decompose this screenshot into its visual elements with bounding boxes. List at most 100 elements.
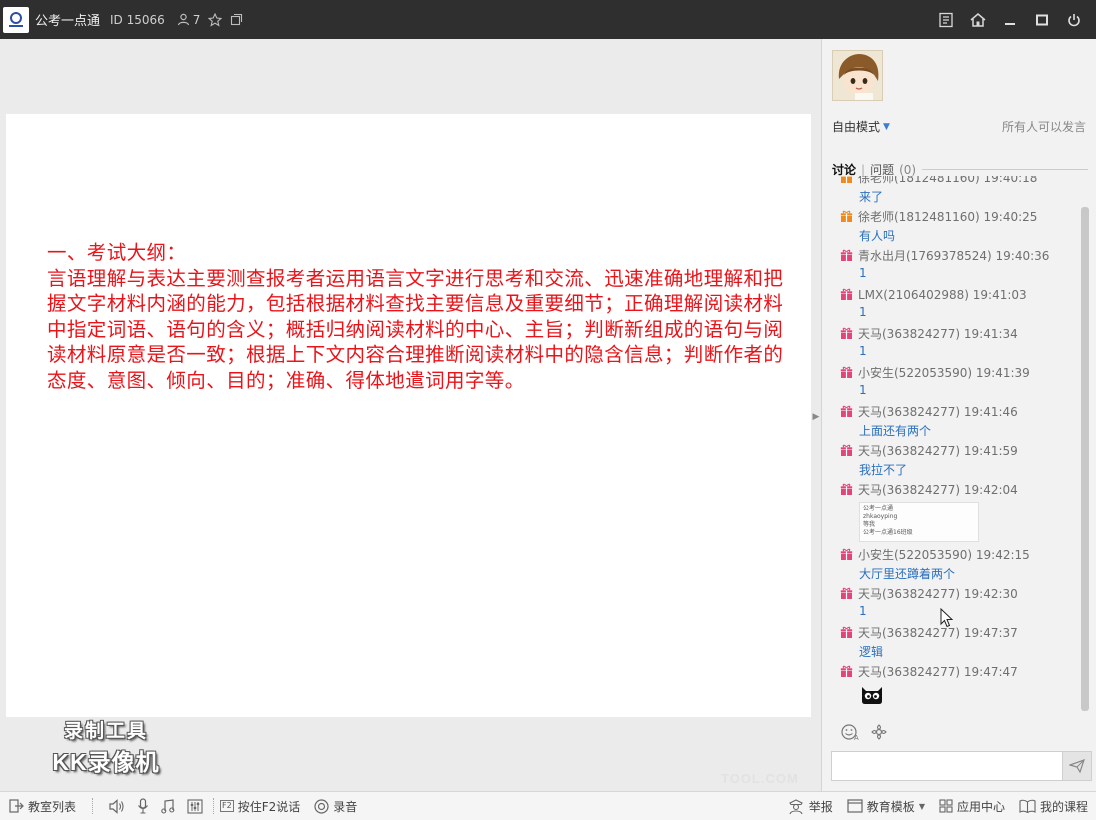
maximize-icon[interactable] xyxy=(1026,0,1058,39)
star-icon[interactable] xyxy=(208,12,223,27)
member-count-value: 7 xyxy=(192,12,201,27)
chat-message-sender: 天马(363824277) 19:41:46 xyxy=(858,405,1018,419)
chat-message-text: 来了 xyxy=(859,190,884,204)
police-icon xyxy=(787,798,805,815)
chat-screenshot-image[interactable]: 公考一点通 zhkaoyping 等我 公考一点通16班级 xyxy=(859,502,979,542)
person-icon xyxy=(177,13,190,26)
chat-scrollbar[interactable] xyxy=(1081,207,1089,711)
book-icon xyxy=(1019,799,1036,813)
chat-message-meta: 天马(363824277) 19:42:30 xyxy=(839,585,1018,602)
template-dropdown[interactable]: 教育模板 ▼ xyxy=(847,798,925,815)
chat-message-sender: 天马(363824277) 19:41:59 xyxy=(858,444,1018,458)
tab-divider xyxy=(922,169,1088,170)
chat-message-meta: 徐老师(1812481160) 19:40:18 xyxy=(839,176,1037,186)
gift-icon xyxy=(839,483,853,497)
gift-icon xyxy=(839,444,853,458)
classroom-list-button[interactable]: 教室列表 xyxy=(9,798,76,815)
template-label: 教育模板 xyxy=(866,799,915,814)
watermark-line1: 录制工具 xyxy=(63,721,148,742)
chat-input[interactable] xyxy=(831,751,1064,781)
toolbar-divider xyxy=(213,798,215,814)
gift-flower-icon[interactable] xyxy=(870,723,888,744)
chat-message-meta: 天马(363824277) 19:42:04 xyxy=(839,481,1018,498)
svg-text:A: A xyxy=(854,735,859,741)
gift-icon xyxy=(839,665,853,679)
gift-icon xyxy=(839,249,853,263)
chat-message-text: 我拉不了 xyxy=(859,463,908,477)
slide-content: 一、考试大纲： 言语理解与表达主要测查报考者运用语言文字进行思考和交流、迅速准确… xyxy=(47,240,792,394)
chat-message-sender: 小安生(522053590) 19:42:15 xyxy=(858,548,1030,562)
report-button[interactable]: 举报 xyxy=(787,798,833,815)
gift-icon xyxy=(839,587,853,601)
toolbar-divider xyxy=(92,798,94,814)
equalizer-icon[interactable] xyxy=(187,798,203,814)
chat-message-text: 1 xyxy=(859,305,867,319)
chat-message-meta: 天马(363824277) 19:47:47 xyxy=(839,663,1018,680)
gift-icon xyxy=(839,626,853,640)
minimize-icon[interactable] xyxy=(994,0,1026,39)
window-controls xyxy=(930,0,1090,39)
chat-message-sender: LMX(2106402988) 19:41:03 xyxy=(858,287,1027,302)
whiteboard-area: 一、考试大纲： 言语理解与表达主要测查报考者运用语言文字进行思考和交流、迅速准确… xyxy=(0,39,821,791)
chat-message-sender: 天马(363824277) 19:47:47 xyxy=(858,665,1018,679)
screenshot-text-line4: 公考一点通16班级 xyxy=(863,529,913,536)
chat-message-text: 1 xyxy=(859,604,867,618)
side-panel: 自由模式 ▼ 所有人可以发言 讨论 | 问题 (0) 徐老师(181248116… xyxy=(821,39,1096,791)
slide: 一、考试大纲： 言语理解与表达主要测查报考者运用语言文字进行思考和交流、迅速准确… xyxy=(6,114,811,786)
chat-message-sender: 小安生(522053590) 19:41:39 xyxy=(858,366,1030,380)
chat-message-meta: 徐老师(1812481160) 19:40:25 xyxy=(839,208,1037,225)
record-label: 录音 xyxy=(333,799,358,814)
gift-icon xyxy=(839,548,853,562)
app-center-label: 应用中心 xyxy=(956,799,1005,814)
grid-icon xyxy=(939,799,953,813)
app-center-button[interactable]: 应用中心 xyxy=(939,798,1005,815)
title-bar: 公考一点通 ID 15066 7 xyxy=(0,0,1096,39)
music-icon[interactable] xyxy=(161,798,175,814)
gift-icon xyxy=(839,366,853,380)
permission-label: 所有人可以发言 xyxy=(1001,120,1086,134)
question-count: (0) xyxy=(899,162,917,177)
bottom-right-group: 举报 教育模板 ▼ 应用中心 我的课程 xyxy=(787,792,1088,820)
emoji-icon[interactable]: A xyxy=(841,723,860,744)
chat-message-text: 大厅里还蹲着两个 xyxy=(859,567,956,581)
slide-body: 言语理解与表达主要测查报考者运用语言文字进行思考和交流、迅速准确地理解和把握文字… xyxy=(47,266,784,392)
send-button[interactable] xyxy=(1062,751,1092,781)
my-courses-label: 我的课程 xyxy=(1039,799,1088,814)
chat-message-sender: 天马(363824277) 19:42:04 xyxy=(858,483,1018,497)
chat-message-text: 上面还有两个 xyxy=(859,424,932,438)
recorder-watermark: 录制工具 KK录像机 xyxy=(36,716,176,777)
collapse-arrow-icon[interactable]: ▶ xyxy=(812,410,820,424)
record-icon xyxy=(314,798,329,814)
gift-icon xyxy=(839,405,853,419)
chat-message-sender: 徐老师(1812481160) 19:40:25 xyxy=(858,210,1038,224)
mode-row: 自由模式 ▼ 所有人可以发言 xyxy=(832,118,1086,135)
speaker-icon[interactable] xyxy=(109,798,125,814)
member-count[interactable]: 7 xyxy=(177,12,201,27)
screenshot-text-line3: 等我 xyxy=(863,521,876,528)
mode-dropdown[interactable]: 自由模式 ▼ xyxy=(832,118,890,135)
watermark-line2: KK录像机 xyxy=(52,749,160,775)
notes-icon[interactable] xyxy=(930,0,962,39)
chat-message-meta: 小安生(522053590) 19:41:39 xyxy=(839,364,1030,381)
chat-message-text: 有人吗 xyxy=(859,229,896,243)
home-icon[interactable] xyxy=(962,0,994,39)
record-button[interactable]: 录音 xyxy=(314,798,357,815)
app-logo xyxy=(3,6,29,33)
teacher-avatar[interactable] xyxy=(832,50,883,101)
push-to-talk-button[interactable]: F2 按住F2说话 xyxy=(220,798,300,815)
my-courses-button[interactable]: 我的课程 xyxy=(1019,798,1088,815)
copy-icon[interactable] xyxy=(230,13,243,26)
mouse-cursor-icon xyxy=(940,607,954,631)
gift-icon xyxy=(839,288,853,302)
report-label: 举报 xyxy=(808,799,833,814)
cat-emoji-icon xyxy=(859,683,885,705)
exit-icon xyxy=(9,799,24,813)
push-to-talk-label: 按住F2说话 xyxy=(237,799,301,814)
window-icon xyxy=(847,799,863,813)
gift-icon xyxy=(839,327,853,341)
input-toolbar: A xyxy=(841,723,888,744)
microphone-icon[interactable] xyxy=(137,798,149,814)
screenshot-text-line2: zhkaoyping xyxy=(863,513,898,520)
classroom-list-label: 教室列表 xyxy=(28,799,77,814)
power-icon[interactable] xyxy=(1058,0,1090,39)
